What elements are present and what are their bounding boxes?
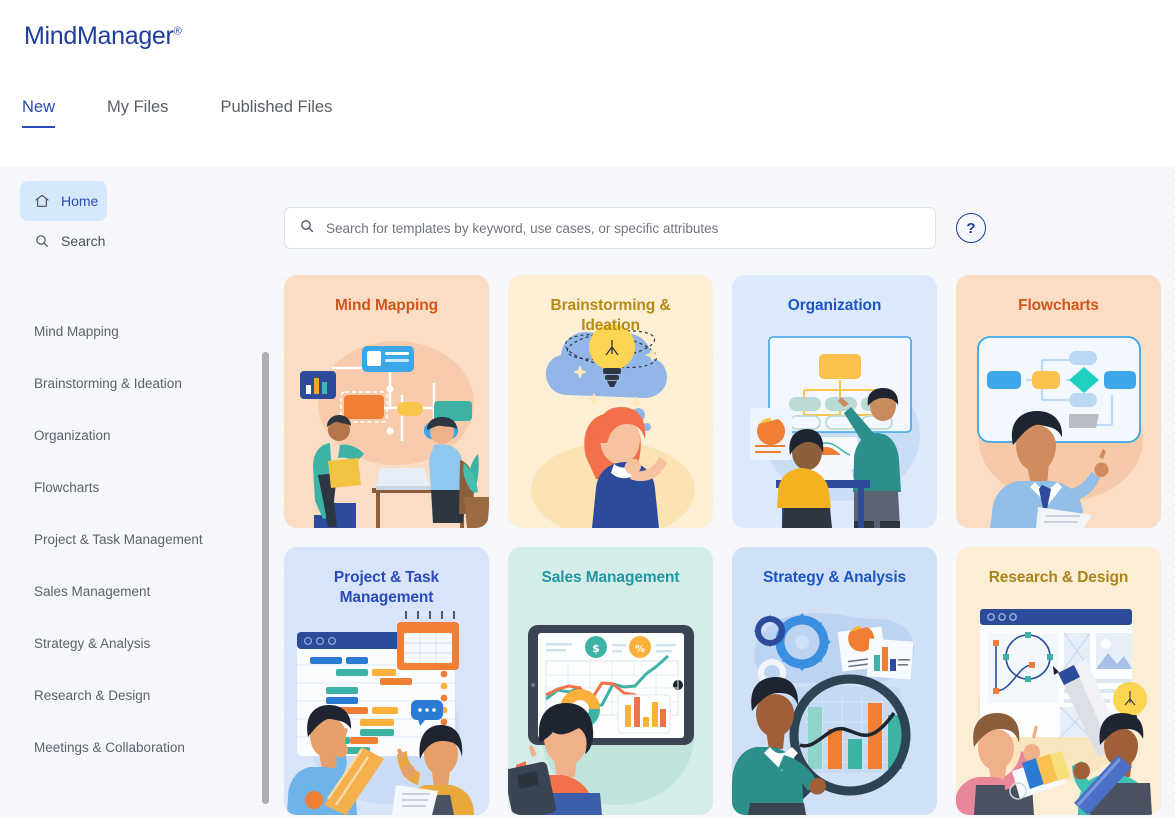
template-card-flowcharts[interactable]: Flowcharts (956, 275, 1161, 528)
sidebar-category-mind-mapping[interactable]: Mind Mapping (34, 305, 268, 357)
brand-registered-mark: ® (173, 25, 182, 38)
sidebar-category-organization[interactable]: Organization (34, 409, 268, 461)
sidebar-category-sales-management[interactable]: Sales Management (34, 565, 268, 617)
svg-text:$: $ (592, 642, 600, 655)
brand-name: MindManager (24, 22, 174, 50)
page-body: Home Search Mind Mapping Brainstorming &… (0, 167, 1175, 818)
sidebar-item-search[interactable]: Search (20, 221, 107, 261)
sidebar-item-home-label: Home (61, 193, 99, 209)
sidebar-category-list: Mind Mapping Brainstorming & Ideation Or… (0, 305, 268, 773)
app-brand: MindManager® (24, 22, 182, 51)
tab-my-files[interactable]: My Files (107, 98, 168, 128)
card-title-strategy-analysis: Strategy & Analysis (762, 569, 907, 586)
main-content: ? (268, 167, 1175, 818)
sidebar-category-research-design[interactable]: Research & Design (34, 669, 268, 721)
template-card-mind-mapping[interactable]: Mind Mapping (284, 275, 489, 528)
template-card-research-design[interactable]: Research & Design (956, 547, 1161, 815)
sidebar-category-project-task-management[interactable]: Project & Task Management (34, 513, 268, 565)
template-card-strategy-analysis[interactable]: Strategy & Analysis (732, 547, 937, 815)
sidebar-category-flowcharts[interactable]: Flowcharts (34, 461, 268, 513)
card-title-project-task-management: Project & Task Management (333, 569, 440, 607)
search-input[interactable] (326, 220, 921, 236)
card-title-research-design: Research & Design (988, 569, 1129, 586)
search-icon (299, 218, 315, 239)
card-title-organization: Organization (787, 297, 882, 314)
search-row: ? (284, 207, 1159, 249)
sidebar-category-strategy-analysis[interactable]: Strategy & Analysis (34, 617, 268, 669)
template-card-project-task-management[interactable]: Project & Task Management (284, 547, 489, 815)
help-button[interactable]: ? (956, 213, 986, 243)
home-icon (34, 193, 50, 209)
search-box[interactable] (284, 207, 936, 249)
sidebar-nav: Home Search (0, 181, 268, 261)
tab-published-files[interactable]: Published Files (220, 98, 332, 128)
sidebar-item-home[interactable]: Home (20, 181, 107, 221)
card-title-sales-management: Sales Management (541, 569, 680, 586)
main-tabs: New My Files Published Files (22, 98, 384, 128)
card-title-flowcharts: Flowcharts (1018, 297, 1099, 314)
template-card-sales-management[interactable]: $ % Sales Management (508, 547, 713, 815)
sidebar-category-meetings-collaboration[interactable]: Meetings & Collaboration (34, 721, 268, 773)
sidebar-item-search-label: Search (61, 233, 106, 249)
tab-new[interactable]: New (22, 98, 56, 128)
sidebar: Home Search Mind Mapping Brainstorming &… (0, 167, 269, 818)
search-icon (34, 233, 50, 249)
template-card-grid: Mind Mapping Brainstorming & Ideation Or… (284, 275, 1161, 815)
sidebar-category-brainstorming-ideation[interactable]: Brainstorming & Ideation (34, 357, 268, 409)
template-card-brainstorming-ideation[interactable]: Brainstorming & Ideation (508, 275, 713, 528)
card-title-mind-mapping: Mind Mapping (335, 297, 438, 314)
app-header: MindManager® New My Files Published File… (0, 0, 1175, 167)
card-title-brainstorming-ideation: Brainstorming & Ideation (550, 297, 671, 335)
svg-text:%: % (635, 644, 645, 655)
template-card-organization[interactable]: Organization (732, 275, 937, 528)
